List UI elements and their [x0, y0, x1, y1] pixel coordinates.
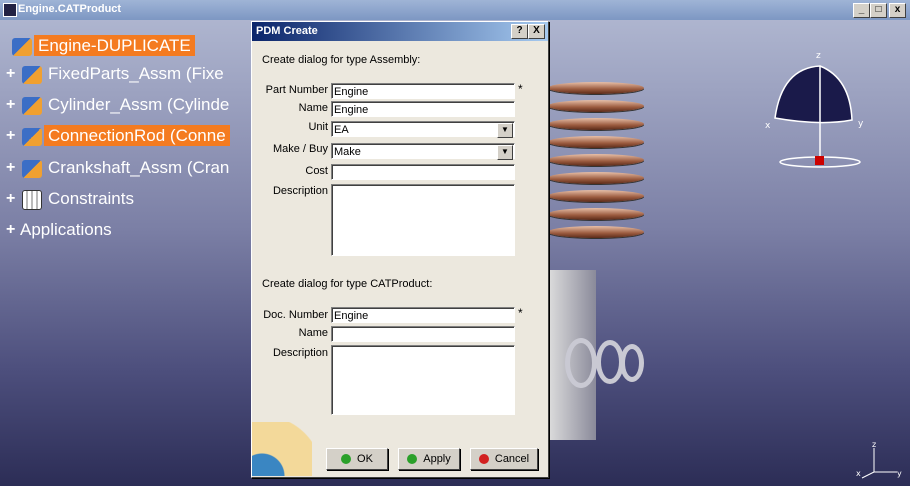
tree-item-label: Applications — [20, 220, 112, 239]
make-buy-value: Make — [334, 146, 361, 158]
description-textarea[interactable] — [331, 184, 515, 256]
pdm-create-dialog: PDM Create ? X Create dialog for type As… — [251, 21, 549, 478]
unit-label: Unit — [308, 121, 328, 133]
doc-name-label: Name — [298, 327, 328, 339]
tree-item-label: ConnectionRod (Conne — [44, 125, 230, 146]
cylinder-fin — [548, 100, 644, 112]
product-icon — [22, 127, 42, 146]
expand-icon[interactable]: + — [6, 222, 20, 238]
tree-item-fixedparts[interactable]: + FixedParts_Assm (Fixe — [6, 64, 228, 84]
ok-label: OK — [357, 453, 373, 465]
make-buy-label: Make / Buy — [272, 143, 328, 155]
cylinder-fin — [548, 226, 644, 238]
cancel-led-icon — [478, 454, 489, 464]
axis-y-label: y — [897, 469, 902, 478]
tree-item-cylinder[interactable]: + Cylinder_Assm (Cylinde — [6, 95, 233, 115]
axis-x-label: x — [856, 469, 861, 478]
part-number-label: Part Number — [265, 84, 328, 96]
part-number-field[interactable]: Engine — [331, 83, 515, 99]
doc-number-field[interactable]: Engine — [331, 307, 515, 323]
cost-label: Cost — [305, 165, 328, 177]
doc-number-label: Doc. Number — [263, 309, 328, 321]
maximize-button[interactable]: □ — [870, 3, 887, 18]
cylinder-fin — [548, 208, 644, 220]
constraints-icon — [22, 189, 42, 210]
tree-item-crankshaft[interactable]: + Crankshaft_Assm (Cran — [6, 158, 233, 178]
tree-root[interactable]: Engine-DUPLICATE — [12, 35, 195, 56]
cylinder-fin — [548, 82, 644, 94]
ok-button[interactable]: OK — [326, 448, 388, 470]
axis-triad: z x y — [856, 440, 902, 479]
cost-field[interactable] — [331, 164, 515, 180]
crank-ring — [565, 338, 597, 388]
tree-item-applications[interactable]: + Applications — [6, 220, 116, 240]
product-icon — [22, 96, 42, 115]
app-icon — [3, 3, 17, 17]
doc-description-textarea[interactable] — [331, 345, 515, 415]
dialog-titlebar[interactable]: PDM Create ? X — [252, 22, 548, 41]
close-window-button[interactable]: x — [889, 3, 906, 18]
make-buy-select[interactable]: Make ▼ — [331, 143, 515, 160]
compass-x-label: x — [765, 121, 771, 131]
cylinder-fin — [548, 118, 644, 130]
required-marker: * — [518, 82, 523, 96]
assembly-section-header: Create dialog for type Assembly: — [262, 54, 421, 66]
cancel-label: Cancel — [494, 453, 530, 465]
product-section-header: Create dialog for type CATProduct: — [262, 278, 433, 290]
tree-item-connectionrod[interactable]: + ConnectionRod (Conne — [6, 125, 230, 146]
dialog-title: PDM Create — [256, 25, 318, 37]
dialog-decoration — [252, 422, 312, 476]
tree-item-label: FixedParts_Assm (Fixe — [48, 64, 224, 83]
tree-item-constraints[interactable]: + Constraints — [6, 189, 138, 210]
tree-item-label: Constraints — [48, 189, 134, 208]
window-title: Engine.CATProduct — [18, 3, 122, 15]
tree-root-label: Engine-DUPLICATE — [34, 35, 195, 56]
expand-icon[interactable]: + — [6, 160, 20, 176]
tree-item-label: Crankshaft_Assm (Cran — [48, 158, 230, 177]
name-label: Name — [298, 102, 328, 114]
cylinder-fin — [548, 172, 644, 184]
compass-y-label: y — [858, 119, 864, 129]
apply-button[interactable]: Apply — [398, 448, 460, 470]
doc-name-field[interactable] — [331, 326, 515, 342]
compass-z-label: z — [816, 51, 821, 61]
product-icon — [12, 37, 32, 56]
unit-value: EA — [334, 124, 349, 136]
expand-icon[interactable]: + — [6, 66, 20, 82]
dialog-close-button[interactable]: X — [528, 24, 545, 39]
product-icon — [22, 65, 42, 84]
expand-icon[interactable]: + — [6, 128, 20, 144]
product-icon — [22, 159, 42, 178]
axis-z-label: z — [872, 440, 876, 449]
apply-led-icon — [407, 454, 418, 464]
compass-widget[interactable]: z x y — [760, 48, 880, 178]
help-button[interactable]: ? — [511, 24, 528, 39]
tree-item-label: Cylinder_Assm (Cylinde — [48, 95, 230, 114]
cylinder-fin — [548, 154, 644, 166]
doc-description-label: Description — [272, 347, 328, 359]
catia-window: Engine.CATProduct _ □ x z x y z x y Engi… — [0, 0, 910, 486]
description-label: Description — [272, 185, 328, 197]
name-field[interactable]: Engine — [331, 101, 515, 117]
cancel-button[interactable]: Cancel — [470, 448, 538, 470]
ok-led-icon — [341, 454, 352, 464]
cylinder-fin — [548, 136, 644, 148]
crank-ring — [620, 344, 644, 382]
window-titlebar[interactable]: Engine.CATProduct _ □ x — [0, 0, 910, 20]
cylinder-fin — [548, 190, 644, 202]
chevron-down-icon[interactable]: ▼ — [497, 145, 513, 160]
expand-icon[interactable]: + — [6, 97, 20, 113]
apply-label: Apply — [423, 453, 451, 465]
minimize-button[interactable]: _ — [853, 3, 870, 18]
expand-icon[interactable]: + — [6, 191, 20, 207]
chevron-down-icon[interactable]: ▼ — [497, 123, 513, 138]
required-marker: * — [518, 306, 523, 320]
unit-select[interactable]: EA ▼ — [331, 121, 515, 138]
